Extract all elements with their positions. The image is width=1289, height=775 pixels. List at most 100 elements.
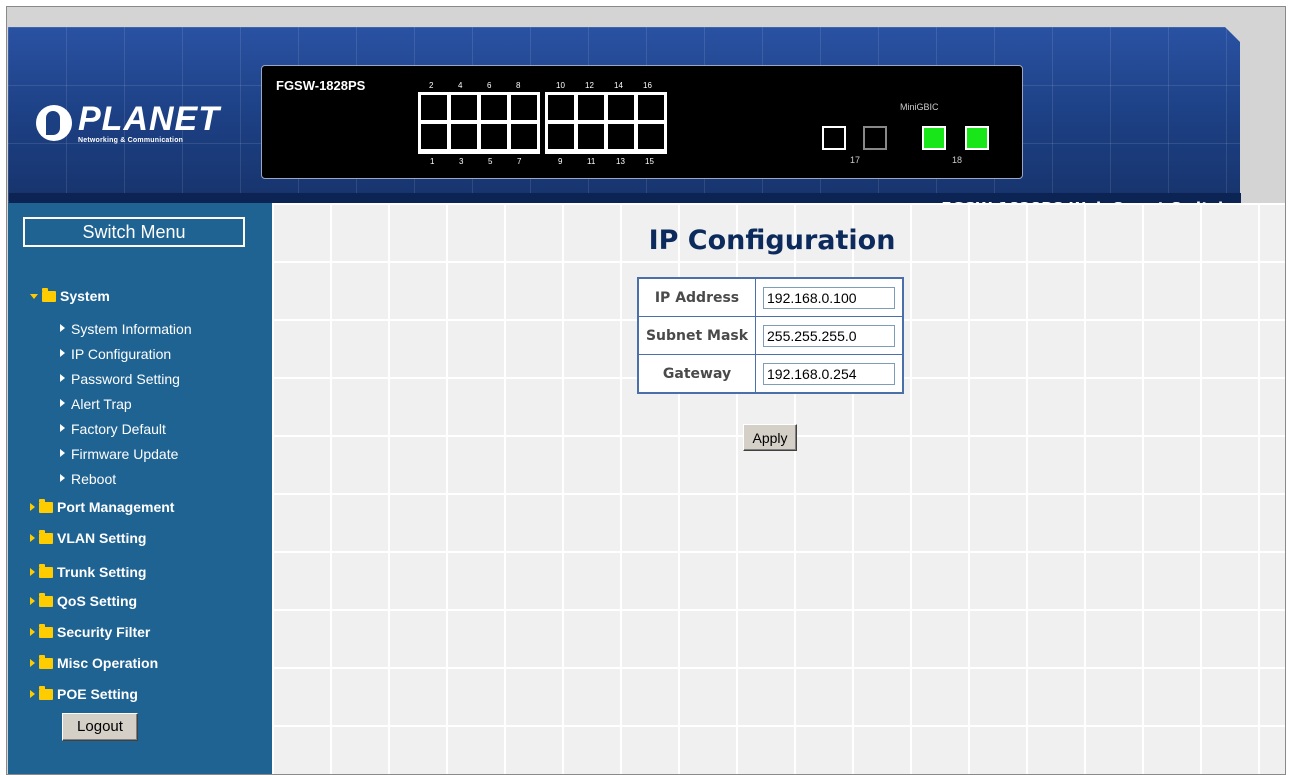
arrow-right-icon [60,374,65,382]
sidebar-item-password-setting[interactable]: Password Setting [60,370,180,388]
sidebar-folder-qos-setting[interactable]: QoS Setting [30,592,137,610]
table-row: Gateway [637,354,904,394]
sidebar-item-label: Factory Default [71,421,166,437]
port-number: 11 [587,157,596,166]
folder-icon [39,623,53,638]
folder-icon [39,563,53,578]
ip-config-table: IP Address Subnet Mask Gateway [637,277,904,394]
port-9[interactable] [547,123,575,150]
gateway-label: Gateway [637,354,756,394]
port-number: 2 [429,81,434,90]
folder-label: Security Filter [57,624,151,640]
sidebar-folder-poe-setting[interactable]: POE Setting [30,685,138,703]
folder-icon [39,654,53,669]
port-group-9-16 [545,92,667,154]
port-17-rj45[interactable] [822,126,846,150]
port-number: 4 [458,81,463,90]
port-18-rj45[interactable] [922,126,946,150]
port-4[interactable] [450,94,478,121]
sidebar-folder-system[interactable]: System [30,287,110,305]
port-17-sfp[interactable] [863,126,887,150]
browser-frame: PLANET Networking & Communication FGSW-1… [6,6,1286,775]
logout-button[interactable]: Logout [62,713,138,741]
arrow-right-icon [60,449,65,457]
switch-menu-title: Switch Menu [23,217,245,247]
folder-icon [39,529,53,544]
chevron-right-icon [30,503,35,511]
port-number: 18 [952,155,963,165]
planet-logo-icon [36,105,72,141]
arrow-right-icon [60,349,65,357]
minigbic-label: MiniGBIC [900,102,939,112]
sidebar-item-alert-trap[interactable]: Alert Trap [60,395,132,413]
folder-label: Misc Operation [57,655,159,671]
port-11[interactable] [577,123,605,150]
sidebar-folder-security-filter[interactable]: Security Filter [30,623,150,641]
port-number: 10 [556,81,565,90]
folder-icon [39,592,53,607]
port-5[interactable] [480,123,508,150]
page-title: IP Configuration [648,225,896,256]
port-number: 7 [517,157,522,166]
sidebar-folder-misc-operation[interactable]: Misc Operation [30,654,158,672]
sidebar-item-system-information[interactable]: System Information [60,320,192,338]
chevron-right-icon [30,659,35,667]
planet-logo: PLANET Networking & Communication [36,101,220,145]
folder-label: POE Setting [57,686,138,702]
port-number: 17 [850,155,861,165]
sidebar-item-label: System Information [71,321,192,337]
port-number: 15 [645,157,654,166]
sidebar-item-label: IP Configuration [71,346,172,362]
folder-label: System [60,288,110,304]
port-number: 5 [488,157,493,166]
sidebar-item-factory-default[interactable]: Factory Default [60,420,166,438]
port-7[interactable] [510,123,538,150]
sidebar-item-label: Password Setting [71,371,180,387]
banner-corner [1225,27,1243,45]
sidebar-folder-port-management[interactable]: Port Management [30,498,174,516]
port-2[interactable] [420,94,448,121]
chevron-right-icon [30,690,35,698]
sidebar-item-label: Firmware Update [71,446,179,462]
port-1[interactable] [420,123,448,150]
folder-icon [39,498,53,513]
port-12[interactable] [577,94,605,121]
port-8[interactable] [510,94,538,121]
table-row: IP Address [637,277,904,317]
arrow-right-icon [60,324,65,332]
port-number: 8 [516,81,521,90]
chevron-right-icon [30,597,35,605]
port-18-sfp[interactable] [965,126,989,150]
port-13[interactable] [607,123,635,150]
gateway-input[interactable] [763,362,895,385]
apply-button[interactable]: Apply [743,424,797,451]
port-3[interactable] [450,123,478,150]
ip-address-input[interactable] [763,286,895,309]
port-6[interactable] [480,94,508,121]
table-row: Subnet Mask [637,316,904,355]
chevron-right-icon [30,534,35,542]
sidebar-item-reboot[interactable]: Reboot [60,470,116,488]
port-16[interactable] [637,94,665,121]
arrow-right-icon [60,474,65,482]
sidebar-item-label: Alert Trap [71,396,132,412]
port-10[interactable] [547,94,575,121]
ip-address-label: IP Address [637,277,756,317]
subnet-mask-input[interactable] [763,324,895,347]
sidebar-item-firmware-update[interactable]: Firmware Update [60,445,178,463]
header-banner: PLANET Networking & Communication FGSW-1… [8,27,1241,223]
port-number: 14 [614,81,623,90]
main-content: IP Configuration IP Address Subnet Mask … [272,203,1285,774]
sidebar-item-label: Reboot [71,471,117,487]
chevron-right-icon [30,628,35,636]
port-number: 6 [487,81,492,90]
chevron-down-icon [30,293,38,299]
chevron-right-icon [30,568,35,576]
port-number: 16 [643,81,652,90]
sidebar-item-ip-configuration[interactable]: IP Configuration [60,345,171,363]
sidebar-folder-trunk-setting[interactable]: Trunk Setting [30,563,146,581]
port-14[interactable] [607,94,635,121]
sidebar-folder-vlan-setting[interactable]: VLAN Setting [30,529,146,547]
port-group-1-8 [418,92,540,154]
port-15[interactable] [637,123,665,150]
